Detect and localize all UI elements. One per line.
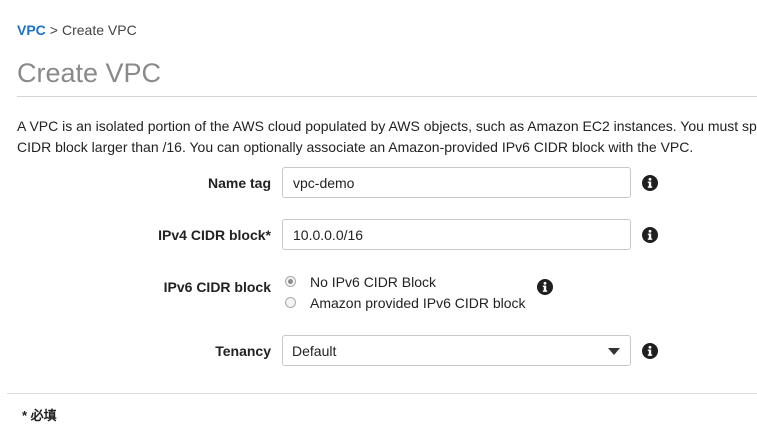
tenancy-label: Tenancy bbox=[215, 343, 271, 359]
name-tag-input[interactable] bbox=[282, 167, 631, 198]
ipv6-cidr-label: IPv6 CIDR block bbox=[163, 279, 271, 295]
page-title: Create VPC bbox=[17, 58, 162, 88]
ipv4-cidr-row: IPv4 CIDR block* bbox=[0, 219, 757, 251]
radio-no-ipv6[interactable]: No IPv6 CIDR Block bbox=[285, 271, 526, 292]
info-icon[interactable] bbox=[537, 279, 553, 295]
name-tag-row: Name tag bbox=[0, 167, 757, 199]
title-divider bbox=[17, 96, 757, 97]
ipv6-cidr-radio-group: No IPv6 CIDR Block Amazon provided IPv6 … bbox=[285, 271, 526, 313]
breadcrumb-vpc-link[interactable]: VPC bbox=[17, 22, 46, 38]
description-line-1: A VPC is an isolated portion of the AWS … bbox=[17, 118, 757, 134]
description-text: A VPC is an isolated portion of the AWS … bbox=[17, 116, 757, 158]
ipv6-cidr-row: IPv6 CIDR block No IPv6 CIDR Block Amazo… bbox=[0, 271, 757, 315]
tenancy-selected-value: Default bbox=[292, 343, 337, 359]
radio-button-selected[interactable] bbox=[285, 276, 296, 287]
name-tag-label: Name tag bbox=[207, 175, 271, 191]
info-icon[interactable] bbox=[642, 227, 658, 243]
radio-no-ipv6-label: No IPv6 CIDR Block bbox=[310, 273, 437, 290]
breadcrumb-current: Create VPC bbox=[61, 22, 137, 38]
radio-amazon-ipv6-label: Amazon provided IPv6 CIDR block bbox=[310, 294, 526, 311]
ipv4-cidr-label: IPv4 CIDR block* bbox=[158, 227, 271, 243]
required-note: * 必填 bbox=[22, 408, 57, 423]
info-icon[interactable] bbox=[642, 343, 658, 359]
ipv4-cidr-input[interactable] bbox=[282, 219, 631, 250]
radio-button-unselected[interactable] bbox=[285, 297, 296, 308]
create-vpc-page: VPC > Create VPC Create VPC A VPC is an is… bbox=[0, 0, 757, 441]
footer-divider bbox=[7, 393, 757, 394]
breadcrumb: VPC > Create VPC bbox=[17, 22, 137, 38]
caret-down-icon bbox=[608, 348, 620, 355]
radio-amazon-ipv6[interactable]: Amazon provided IPv6 CIDR block bbox=[285, 292, 526, 313]
description-line-2: CIDR block larger than /16. You can opti… bbox=[17, 139, 694, 155]
info-icon[interactable] bbox=[642, 175, 658, 191]
tenancy-row: Tenancy Default bbox=[0, 335, 757, 367]
breadcrumb-separator: > bbox=[49, 22, 58, 38]
tenancy-select[interactable]: Default bbox=[282, 335, 631, 366]
